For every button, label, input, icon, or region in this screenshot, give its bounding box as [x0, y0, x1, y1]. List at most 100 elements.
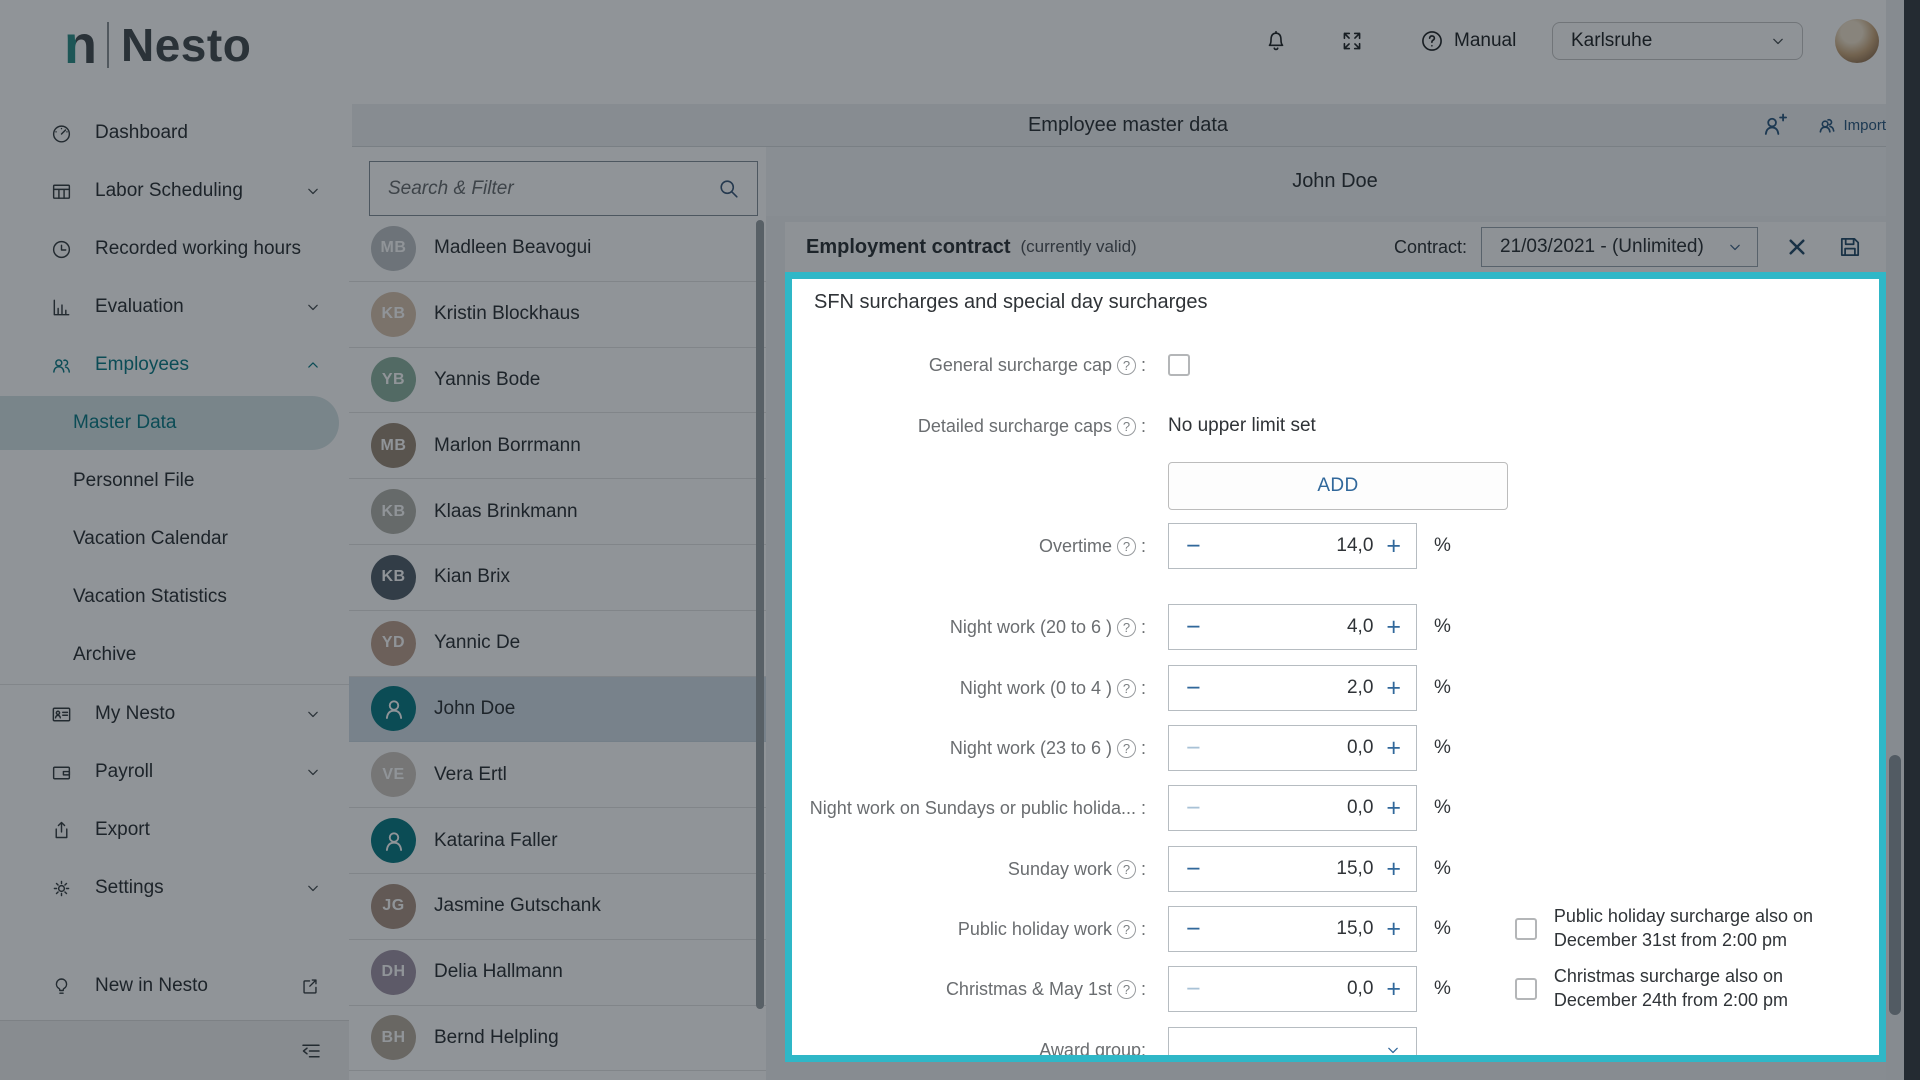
employee-row[interactable]: BHBernd Helpling: [349, 1006, 766, 1072]
scrollbar-thumb[interactable]: [1889, 755, 1901, 1015]
sidebar-item-dashboard[interactable]: Dashboard: [0, 104, 349, 162]
employee-row[interactable]: John Doe: [349, 677, 766, 743]
close-icon[interactable]: [1784, 234, 1810, 260]
stepper-minus-button[interactable]: −: [1186, 534, 1201, 559]
notifications-bell-icon[interactable]: [1263, 28, 1289, 54]
sidebar-item-label: Payroll: [95, 761, 153, 783]
sidebar-item-labor-scheduling[interactable]: Labor Scheduling: [0, 162, 349, 220]
search-input[interactable]: [370, 177, 716, 201]
sidebar-subitem-vacation-calendar[interactable]: Vacation Calendar: [0, 510, 349, 568]
help-icon[interactable]: [1117, 618, 1136, 637]
sidebar-subitem-vacation-statistics[interactable]: Vacation Statistics: [0, 568, 349, 626]
help-icon[interactable]: [1117, 679, 1136, 698]
stepper-minus-button[interactable]: −: [1186, 857, 1201, 882]
sidebar-item-evaluation[interactable]: Evaluation: [0, 278, 349, 336]
manual-label: Manual: [1454, 30, 1516, 52]
stepper-plus-button[interactable]: +: [1386, 917, 1401, 942]
employee-row[interactable]: Katarina Faller: [349, 808, 766, 874]
stepper-value[interactable]: 15,0: [1201, 858, 1387, 880]
stepper-value[interactable]: 4,0: [1201, 616, 1387, 638]
stepper-value[interactable]: 0,0: [1201, 978, 1387, 1000]
christmas-surcharge-checkbox[interactable]: [1515, 978, 1537, 1000]
help-icon[interactable]: [1117, 356, 1136, 375]
employee-row[interactable]: MBMadleen Beavogui: [349, 216, 766, 282]
stepper-plus-button[interactable]: +: [1386, 796, 1401, 821]
stepper-plus-button[interactable]: +: [1386, 676, 1401, 701]
night-work-0-4-stepper: − 2,0 +: [1168, 665, 1417, 711]
stepper-minus-button[interactable]: −: [1186, 736, 1201, 761]
night-work-sundays-stepper: − 0,0 +: [1168, 785, 1417, 831]
general-surcharge-cap-checkbox[interactable]: [1168, 354, 1190, 376]
stepper-value[interactable]: 2,0: [1201, 677, 1387, 699]
fullscreen-expand-icon[interactable]: [1339, 28, 1365, 54]
employee-row[interactable]: KBKian Brix: [349, 545, 766, 611]
stepper-value[interactable]: 14,0: [1201, 535, 1387, 557]
stepper-minus-button[interactable]: −: [1186, 796, 1201, 821]
stepper-plus-button[interactable]: +: [1386, 857, 1401, 882]
employee-row[interactable]: YBYannis Bode: [349, 348, 766, 414]
topbar: n Nesto Manual Karlsruhe: [0, 0, 1904, 104]
sidebar: DashboardLabor SchedulingRecorded workin…: [0, 0, 350, 1080]
employee-row[interactable]: KBKlaas Brinkmann: [349, 479, 766, 545]
night-work-20-6-stepper: − 4,0 +: [1168, 604, 1417, 650]
sidebar-subitem-personnel-file[interactable]: Personnel File: [0, 452, 349, 510]
stepper-value[interactable]: 0,0: [1201, 797, 1387, 819]
help-icon[interactable]: [1117, 980, 1136, 999]
stepper-plus-button[interactable]: +: [1386, 736, 1401, 761]
import-button[interactable]: Import: [1813, 113, 1886, 139]
sidebar-item-recorded-working-hours[interactable]: Recorded working hours: [0, 220, 349, 278]
employee-row[interactable]: YDYannic De: [349, 611, 766, 677]
stepper-plus-button[interactable]: +: [1386, 534, 1401, 559]
stepper-plus-button[interactable]: +: [1386, 977, 1401, 1002]
employee-row[interactable]: MBMarlon Borrmann: [349, 413, 766, 479]
form-row-night-20-6: Night work (20 to 6 ): − 4,0 + %: [814, 603, 1869, 651]
christmas-stepper: − 0,0 +: [1168, 966, 1417, 1012]
stepper-minus-button[interactable]: −: [1186, 917, 1201, 942]
overtime-stepper: − 14,0 +: [1168, 523, 1417, 569]
help-icon[interactable]: [1117, 537, 1136, 556]
search-icon[interactable]: [716, 176, 741, 201]
stepper-value[interactable]: 15,0: [1201, 918, 1387, 940]
help-icon[interactable]: [1117, 860, 1136, 879]
contract-select[interactable]: 21/03/2021 - (Unlimited): [1481, 227, 1758, 267]
page-scrollbar[interactable]: [1886, 0, 1904, 1080]
scrollbar-thumb[interactable]: [756, 220, 764, 1009]
add-employee-icon[interactable]: [1760, 111, 1789, 140]
stepper-value[interactable]: 0,0: [1201, 737, 1387, 759]
sidebar-item-employees[interactable]: Employees: [0, 336, 349, 394]
help-icon[interactable]: [1117, 739, 1136, 758]
employee-list-scrollbar[interactable]: [756, 220, 764, 1080]
employee-row[interactable]: KBKristin Blockhaus: [349, 282, 766, 348]
nesto-logo: n Nesto: [64, 16, 251, 74]
sidebar-item-payroll[interactable]: Payroll: [0, 743, 349, 801]
add-button[interactable]: ADD: [1168, 462, 1508, 510]
external-link-icon[interactable]: [299, 975, 321, 997]
employee-row[interactable]: DHDelia Hallmann: [349, 940, 766, 1006]
sidebar-item-export[interactable]: Export: [0, 801, 349, 859]
help-icon[interactable]: [1117, 417, 1136, 436]
stepper-minus-button[interactable]: −: [1186, 977, 1201, 1002]
employee-name: Klaas Brinkmann: [434, 501, 578, 523]
award-group-select[interactable]: [1168, 1027, 1417, 1062]
sidebar-item-settings[interactable]: Settings: [0, 859, 349, 917]
avatar: MB: [371, 423, 416, 468]
location-select[interactable]: Karlsruhe: [1552, 22, 1803, 60]
christmas-option: Christmas surcharge also on December 24t…: [1515, 965, 1826, 1013]
sidebar-subitem-archive[interactable]: Archive: [0, 626, 349, 684]
employee-row[interactable]: VEVera Ertl: [349, 742, 766, 808]
sidebar-item-my-nesto[interactable]: My Nesto: [0, 684, 349, 743]
public-holiday-surcharge-checkbox[interactable]: [1515, 918, 1537, 940]
import-people-icon: [1813, 113, 1839, 139]
stepper-minus-button[interactable]: −: [1186, 615, 1201, 640]
sidebar-subitem-master-data[interactable]: Master Data: [0, 396, 339, 450]
user-avatar[interactable]: [1835, 19, 1879, 63]
save-icon[interactable]: [1836, 233, 1864, 261]
stepper-plus-button[interactable]: +: [1386, 615, 1401, 640]
help-icon[interactable]: [1117, 920, 1136, 939]
collapse-sidebar-icon[interactable]: [299, 1039, 323, 1063]
sidebar-item-new-in-nesto[interactable]: New in Nesto: [0, 962, 349, 1010]
chevron-down-icon: [1768, 31, 1788, 51]
manual-button[interactable]: Manual: [1419, 28, 1516, 54]
employee-row[interactable]: JGJasmine Gutschank: [349, 874, 766, 940]
stepper-minus-button[interactable]: −: [1186, 676, 1201, 701]
